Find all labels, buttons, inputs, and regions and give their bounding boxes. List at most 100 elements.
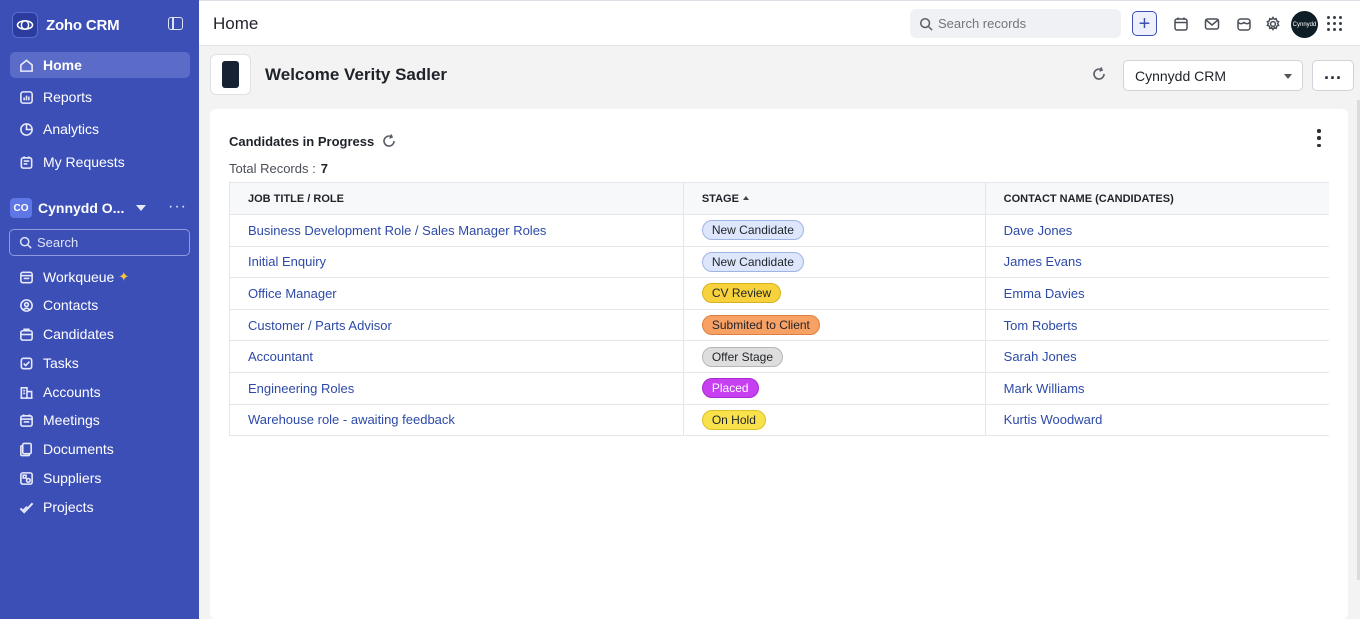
job-title-link[interactable]: Office Manager	[248, 286, 337, 301]
sidebar-item-label: Documents	[43, 441, 114, 457]
stage-cell: CV Review	[682, 277, 986, 310]
refresh-icon[interactable]	[1091, 66, 1109, 84]
sort-ascending-icon[interactable]	[742, 195, 749, 200]
job-title-link[interactable]: Customer / Parts Advisor	[248, 318, 392, 333]
sidebar-item-analytics[interactable]: Analytics	[10, 116, 190, 142]
total-records: Total Records : 7	[229, 161, 328, 176]
sidebar-item-workqueue[interactable]: Workqueue ✦	[10, 264, 190, 290]
contact-name-cell: Tom Roberts	[984, 309, 1329, 342]
apps-grid-icon[interactable]	[1327, 16, 1342, 31]
sidebar-item-contacts[interactable]: Contacts	[10, 292, 190, 318]
welcome-title: Welcome Verity Sadler	[265, 65, 448, 84]
table-row[interactable]: Customer / Parts Advisor Submited to Clie…	[229, 309, 1329, 342]
kebab-menu-icon[interactable]	[1316, 129, 1322, 147]
table-row[interactable]: Office Manager CV Review Emma Davies	[229, 277, 1329, 310]
org-switcher[interactable]: CO Cynnydd O... ···	[10, 196, 190, 220]
sidebar-collapse-icon[interactable]	[168, 17, 183, 30]
stage-badge: Offer Stage	[701, 346, 783, 367]
stage-badge: CV Review	[701, 283, 782, 304]
job-title-link[interactable]: Engineering Roles	[248, 381, 354, 396]
crm-view-select[interactable]: Cynnydd CRM	[1123, 60, 1303, 91]
sidebar-item-accounts[interactable]: Accounts	[10, 379, 190, 405]
calendar-icon[interactable]	[1172, 15, 1190, 33]
gear-icon[interactable]	[1264, 15, 1282, 33]
sidebar-item-projects[interactable]: Projects	[10, 494, 190, 520]
chevron-down-icon[interactable]	[136, 205, 146, 211]
contact-name-link[interactable]: Kurtis Woodward	[1004, 412, 1103, 427]
stage-cell: New Candidate	[682, 214, 986, 247]
stage-cell: Offer Stage	[682, 340, 986, 373]
contact-name-link[interactable]: Sarah Jones	[1004, 349, 1077, 364]
sidebar-item-suppliers[interactable]: Suppliers	[10, 465, 190, 491]
table-row[interactable]: Initial Enquiry New Candidate James Evans	[229, 246, 1329, 279]
sidebar-item-label: Accounts	[43, 384, 101, 400]
job-title-cell: Business Development Role / Sales Manage…	[229, 214, 684, 247]
contact-name-link[interactable]: Tom Roberts	[1004, 318, 1078, 333]
job-title-link[interactable]: Accountant	[248, 349, 313, 364]
candidates-icon	[18, 326, 34, 342]
sidebar-item-label: Tasks	[43, 355, 79, 371]
stage-badge: Placed	[701, 378, 759, 399]
contact-name-cell: Dave Jones	[984, 214, 1329, 247]
workqueue-icon	[18, 269, 34, 285]
column-header-contact-name[interactable]: CONTACT NAME (CANDIDATES)	[984, 182, 1329, 215]
sidebar-item-my-requests[interactable]: My Requests	[10, 149, 190, 175]
documents-icon	[18, 441, 34, 457]
sidebar-search-input[interactable]: Search	[9, 229, 190, 256]
sidebar-item-label: Contacts	[43, 297, 99, 313]
sidebar-item-label: Projects	[43, 499, 94, 515]
sidebar-item-candidates[interactable]: Candidates	[10, 321, 190, 347]
table-row[interactable]: Warehouse role - awaiting feedback On Hol…	[229, 404, 1329, 437]
sidebar-item-label: Home	[43, 57, 82, 73]
table-row[interactable]: Accountant Offer Stage Sarah Jones	[229, 340, 1329, 373]
contact-name-cell: Sarah Jones	[984, 340, 1329, 373]
contact-name-link[interactable]: Dave Jones	[1004, 223, 1073, 238]
contact-name-cell: Emma Davies	[984, 277, 1329, 310]
job-title-link[interactable]: Initial Enquiry	[248, 254, 326, 269]
search-records-input[interactable]: Search records	[910, 9, 1121, 38]
table-row[interactable]: Business Development Role / Sales Manage…	[229, 214, 1329, 247]
avatar[interactable]: Cynnydd	[1291, 11, 1318, 38]
sidebar: Zoho CRM Home Reports Analytics My Requests…	[0, 0, 199, 619]
stage-badge: On Hold	[701, 409, 766, 430]
job-title-cell: Warehouse role - awaiting feedback	[229, 404, 684, 437]
card-title: Candidates in Progress	[229, 134, 375, 149]
contact-name-link[interactable]: Emma Davies	[1004, 286, 1085, 301]
column-header-job-title[interactable]: JOB TITLE / ROLE	[229, 182, 684, 215]
brand-name: Zoho CRM	[46, 16, 120, 34]
tasks-icon	[18, 355, 34, 371]
job-title-link[interactable]: Business Development Role / Sales Manage…	[248, 223, 546, 238]
suppliers-icon	[18, 470, 34, 486]
candidates-table: JOB TITLE / ROLE STAGE CONTACT NAME (CAN…	[229, 182, 1329, 437]
contact-name-cell: James Evans	[984, 246, 1329, 279]
sidebar-item-tasks[interactable]: Tasks	[10, 350, 190, 376]
contact-name-link[interactable]: Mark Williams	[1004, 381, 1085, 396]
sidebar-item-meetings[interactable]: Meetings	[10, 407, 190, 433]
mail-icon[interactable]	[1203, 15, 1221, 33]
stage-cell: Placed	[682, 372, 986, 405]
analytics-icon	[18, 121, 34, 137]
card-refresh-icon[interactable]	[381, 133, 399, 151]
create-new-button[interactable]: +	[1132, 11, 1157, 36]
sparkle-icon: ✦	[118, 269, 130, 284]
stage-badge: New Candidate	[701, 220, 804, 241]
column-header-stage[interactable]: STAGE	[682, 182, 986, 215]
sidebar-item-reports[interactable]: Reports	[10, 84, 190, 110]
page-title: Home	[213, 14, 259, 33]
contact-name-link[interactable]: James Evans	[1004, 254, 1082, 269]
requests-icon	[18, 154, 34, 170]
marketplace-icon[interactable]	[1235, 15, 1253, 33]
sidebar-search-placeholder: Search	[37, 235, 79, 250]
total-records-label: Total Records :	[229, 161, 316, 176]
brand[interactable]: Zoho CRM	[12, 12, 120, 38]
home-icon	[18, 57, 34, 73]
table-row[interactable]: Engineering Roles Placed Mark Williams	[229, 372, 1329, 405]
sidebar-item-documents[interactable]: Documents	[10, 436, 190, 462]
more-horizontal-icon[interactable]: ···	[168, 198, 187, 216]
more-options-button[interactable]: ...	[1312, 60, 1354, 91]
stage-badge: New Candidate	[701, 251, 804, 272]
contact-name-cell: Kurtis Woodward	[984, 404, 1329, 437]
stage-cell: New Candidate	[682, 246, 986, 279]
sidebar-item-home[interactable]: Home	[10, 52, 190, 78]
job-title-link[interactable]: Warehouse role - awaiting feedback	[248, 412, 455, 427]
